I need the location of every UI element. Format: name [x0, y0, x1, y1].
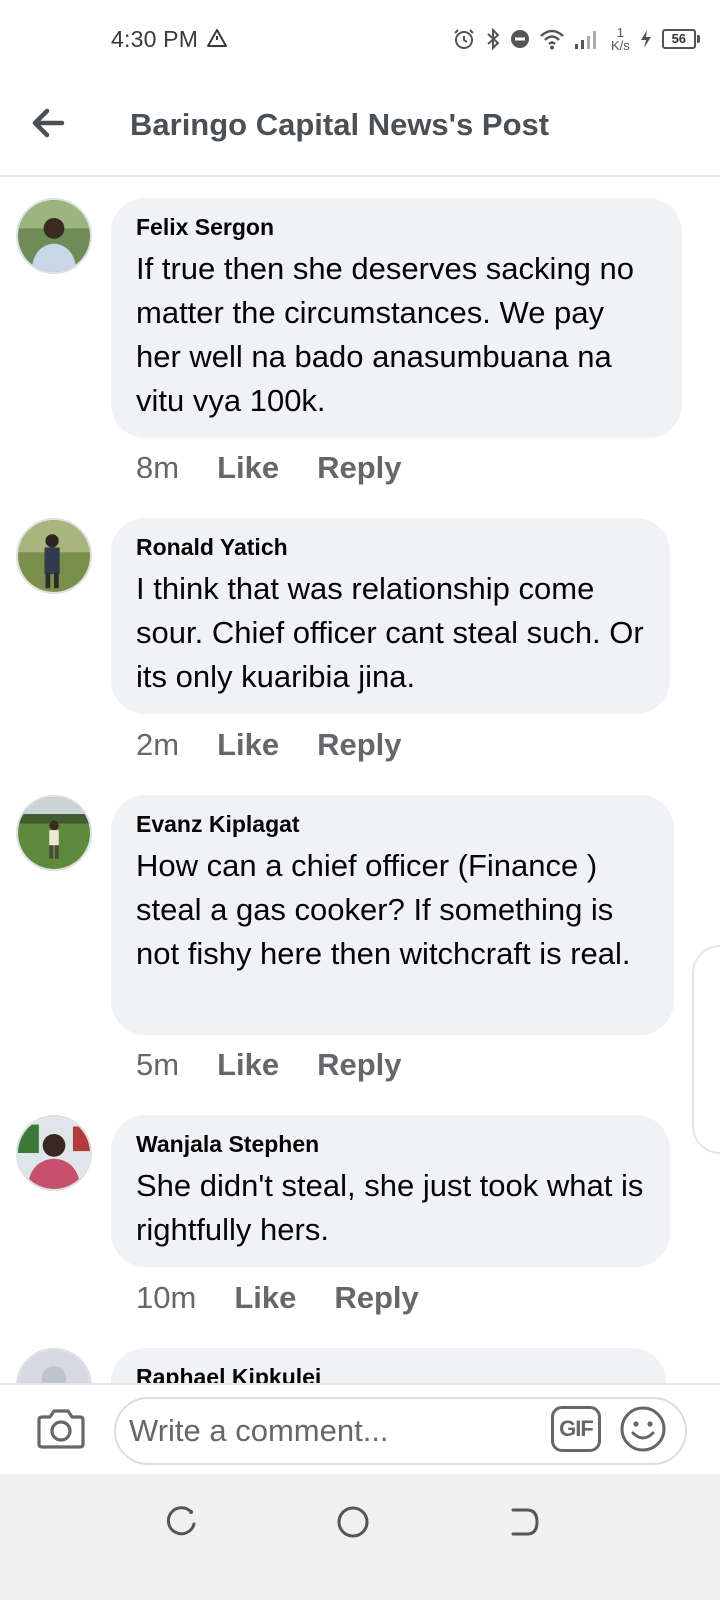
- post-header: Baringo Capital News's Post: [0, 80, 720, 177]
- comment-time: 2m: [136, 727, 180, 762]
- comment-actions: 8m Like Reply: [136, 450, 402, 486]
- reply-button[interactable]: Reply: [317, 1047, 401, 1083]
- avatar[interactable]: [16, 518, 92, 594]
- back-nav-icon[interactable]: [505, 1504, 541, 1540]
- comment-time: 5m: [136, 1047, 180, 1082]
- reply-button[interactable]: Reply: [317, 727, 401, 763]
- system-nav-bar: [0, 1474, 720, 1600]
- avatar[interactable]: [16, 198, 92, 274]
- comment-composer: GIF: [0, 1383, 720, 1475]
- signal-icon: [575, 31, 596, 49]
- comment-actions: 5m Like Reply: [136, 1047, 402, 1083]
- reply-button[interactable]: Reply: [334, 1280, 418, 1316]
- like-button[interactable]: Like: [217, 450, 279, 486]
- comment-actions: 2m Like Reply: [136, 727, 402, 763]
- home-icon[interactable]: [335, 1504, 371, 1540]
- comment-text: I think that was relationship come sour.…: [136, 571, 644, 694]
- status-bar: 4:30 PM 1 K/s 56: [0, 0, 720, 80]
- comment-text: She didn't steal, she just took what is …: [136, 1168, 644, 1247]
- avatar[interactable]: [16, 795, 92, 871]
- comment-bubble[interactable]: Felix Sergon If true then she deserves s…: [111, 198, 682, 438]
- bluetooth-icon: [487, 27, 500, 51]
- comment-author[interactable]: Evanz Kiplagat: [136, 811, 648, 838]
- like-button[interactable]: Like: [217, 727, 279, 763]
- camera-icon[interactable]: [36, 1405, 86, 1451]
- network-speed: 1 K/s: [611, 26, 630, 52]
- comments-list[interactable]: Felix Sergon If true then she deserves s…: [0, 177, 720, 1410]
- comment-bubble[interactable]: Wanjala Stephen She didn't steal, she ju…: [111, 1115, 670, 1267]
- comment-input[interactable]: [114, 1397, 687, 1465]
- alarm-icon: [454, 29, 474, 49]
- comment-text: How can a chief officer (Finance ) steal…: [136, 848, 631, 971]
- avatar[interactable]: [16, 1115, 92, 1191]
- warning-triangle-icon: [207, 29, 227, 47]
- comment-actions: 10m Like Reply: [136, 1280, 419, 1316]
- comment-author[interactable]: Wanjala Stephen: [136, 1131, 644, 1158]
- comment-time: 10m: [136, 1280, 197, 1315]
- comment-bubble[interactable]: Ronald Yatich I think that was relations…: [111, 518, 670, 714]
- comment-author[interactable]: Felix Sergon: [136, 214, 656, 241]
- like-button[interactable]: Like: [234, 1280, 296, 1316]
- comment-bubble[interactable]: Evanz Kiplagat How can a chief officer (…: [111, 795, 674, 1035]
- do-not-disturb-icon: [511, 30, 529, 48]
- gif-button[interactable]: GIF: [551, 1406, 601, 1452]
- smiley-icon[interactable]: [619, 1405, 667, 1453]
- network-speed-unit: K/s: [611, 38, 630, 53]
- side-scroll-tab[interactable]: [692, 945, 720, 1154]
- battery-indicator: 56: [661, 29, 700, 49]
- status-icons: 1 K/s 56: [452, 24, 700, 54]
- charging-icon: [640, 30, 651, 48]
- comment-time: 8m: [136, 450, 180, 485]
- status-time: 4:30 PM: [111, 26, 199, 52]
- recent-apps-icon[interactable]: [164, 1504, 200, 1540]
- like-button[interactable]: Like: [217, 1047, 279, 1083]
- reply-button[interactable]: Reply: [317, 450, 401, 486]
- comment-author[interactable]: Ronald Yatich: [136, 534, 644, 561]
- comment-text: If true then she deserves sacking no mat…: [136, 251, 635, 418]
- back-arrow-icon[interactable]: [28, 102, 70, 144]
- page-title: Baringo Capital News's Post: [130, 107, 550, 142]
- wifi-icon: [540, 29, 564, 50]
